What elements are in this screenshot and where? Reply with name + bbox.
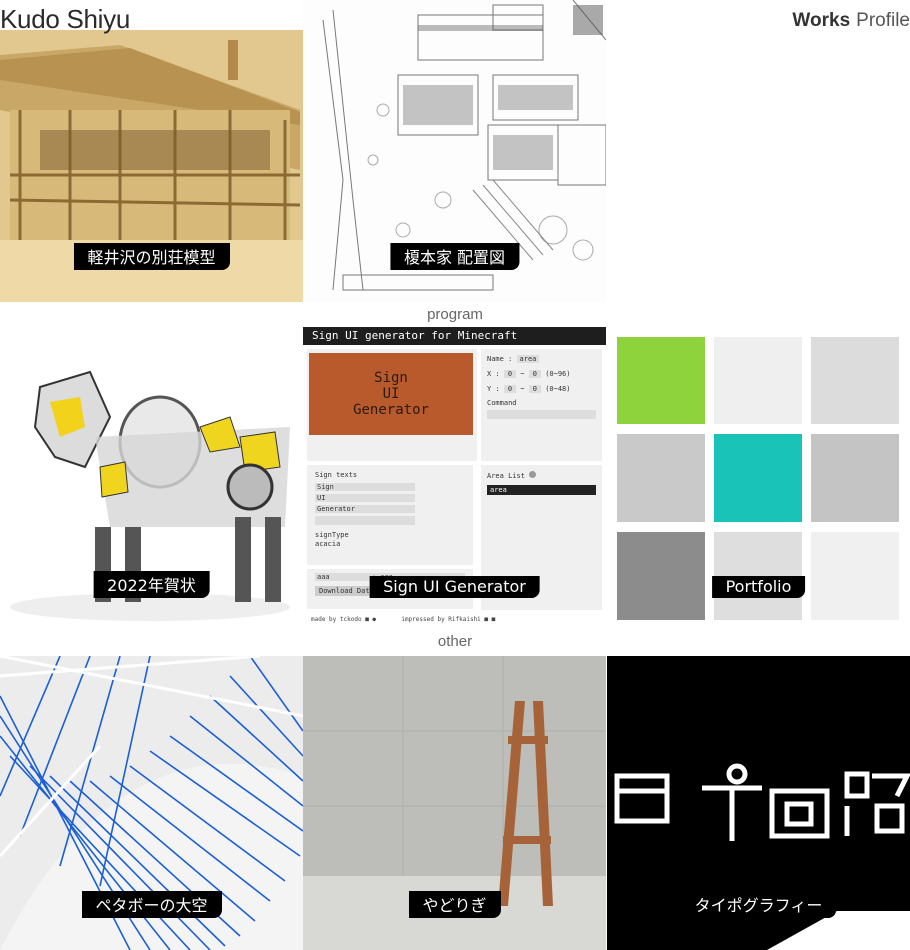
work-tile-site-plan[interactable]: 榎本家 配置図	[303, 0, 606, 302]
name-field[interactable]: area	[516, 355, 540, 363]
tile-caption: ペタボーの大空	[81, 891, 222, 918]
work-tile-new-year-card[interactable]: 2022年賀状	[0, 327, 303, 630]
signui-title: Sign UI generator for Minecraft	[303, 327, 606, 345]
tile-caption: Sign UI Generator	[369, 576, 540, 598]
tile-caption: 榎本家 配置図	[389, 243, 520, 270]
signui-footer: made by tckodo ■ ● impressed by Rifkaish…	[311, 616, 496, 623]
tile-caption: タイポグラフィー	[680, 891, 837, 918]
area-settings-panel: Name : area X : 0 ~ 0 (0~96) Y : 0 ~ 0 (…	[481, 349, 602, 461]
area-list-item[interactable]: area	[487, 485, 596, 495]
tile-caption: 2022年賀状	[93, 571, 210, 598]
tile-caption: やどりぎ	[408, 891, 501, 918]
section-label-program: program	[427, 306, 483, 323]
work-tile-typography[interactable]: 電子回路 タイポグラフィー	[607, 656, 910, 950]
work-tile-sign-ui-generator[interactable]: Sign UI generator for Minecraft Sign UI Ge…	[303, 327, 606, 630]
tile-caption: Portfolio	[711, 576, 806, 598]
section-label-other: other	[437, 633, 473, 650]
site-title[interactable]: Kudo Shiyu	[0, 4, 130, 35]
nav-works-link[interactable]: Works	[792, 10, 850, 31]
sign-texts-panel: Sign texts Sign UI Generator signType ac…	[307, 465, 473, 565]
work-tile-portfolio[interactable]: Portfolio	[607, 327, 910, 630]
work-tile-yadorigi[interactable]: やどりぎ	[303, 656, 606, 950]
sign-preview: Sign UI Generator	[309, 353, 473, 435]
add-area-icon[interactable]	[529, 471, 537, 478]
main-nav: Works Profile	[792, 10, 910, 32]
work-tile-petabo-sky[interactable]: ペタボーの大空	[0, 656, 303, 950]
tile-caption: 軽井沢の別荘模型	[73, 243, 230, 270]
work-tile-villa-model[interactable]: 軽井沢の別荘模型	[0, 0, 303, 302]
nav-profile-link[interactable]: Profile	[856, 10, 910, 31]
